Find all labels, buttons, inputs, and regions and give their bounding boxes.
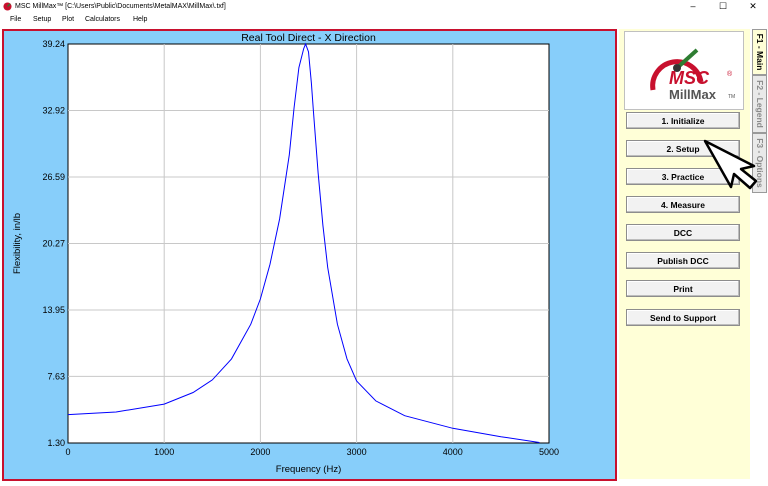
menu-calculators[interactable]: Calculators: [85, 13, 120, 27]
logo-registered: ®: [727, 70, 733, 78]
window-titlebar: MSC MillMax™ [C:\Users\Public\Documents\…: [0, 0, 768, 13]
close-button[interactable]: ✕: [740, 0, 766, 13]
y-tick-label: 20.27: [42, 239, 65, 249]
msc-millmax-logo: MSC MillMax ® TM: [650, 48, 735, 102]
flexibility-chart: 0 1000 2000 3000 4000 5000 1.30 7.63 13.95 20.27 2…: [12, 32, 559, 475]
menu-help[interactable]: Help: [133, 13, 147, 27]
x-tick-label: 1000: [154, 447, 174, 457]
maximize-button[interactable]: ☐: [710, 0, 736, 13]
publish-dcc-button[interactable]: Publish DCC: [626, 252, 740, 269]
initialize-button[interactable]: 1. Initialize: [626, 112, 740, 129]
y-tick-label: 26.59: [42, 172, 65, 182]
menu-plot[interactable]: Plot: [62, 13, 74, 27]
y-tick-label: 32.92: [42, 105, 65, 115]
tab-legend[interactable]: F2 - Legend: [752, 75, 767, 133]
x-tick-label: 0: [65, 447, 70, 457]
y-tick-label: 39.24: [42, 39, 65, 49]
x-tick-label: 2000: [250, 447, 270, 457]
menu-file[interactable]: File: [10, 13, 21, 27]
x-tick-label: 4000: [443, 447, 463, 457]
measure-button[interactable]: 4. Measure: [626, 196, 740, 213]
print-button[interactable]: Print: [626, 280, 740, 297]
mouse-pointer-icon: [703, 139, 758, 190]
send-to-support-button[interactable]: Send to Support: [626, 309, 740, 326]
y-axis-label: Flexibility, in/lb: [12, 213, 23, 274]
x-tick-label: 3000: [347, 447, 367, 457]
dcc-button[interactable]: DCC: [626, 224, 740, 241]
window-title: MSC MillMax™ [C:\Users\Public\Documents\…: [15, 3, 226, 10]
logo-tm: TM: [728, 94, 735, 100]
side-tabs: F1 - Main F2 - Legend F3 - Options: [751, 29, 768, 479]
tab-main[interactable]: F1 - Main: [752, 29, 767, 75]
logo-brand: MSC: [669, 68, 710, 88]
chart-title: Real Tool Direct - X Direction: [241, 32, 376, 44]
y-tick-label: 1.30: [47, 438, 65, 448]
menu-bar: File Setup Plot Calculators Help: [0, 13, 768, 27]
tab-legend-label: F2 - Legend: [754, 80, 765, 128]
minimize-button[interactable]: –: [680, 0, 706, 13]
logo-box: MSC MillMax ® TM: [624, 31, 744, 110]
logo-product: MillMax: [669, 87, 717, 102]
menu-setup[interactable]: Setup: [33, 13, 51, 27]
control-panel: MSC MillMax ® TM 1. Initialize 2. Setup …: [619, 29, 750, 479]
y-tick-label: 7.63: [47, 371, 65, 381]
x-axis-label: Frequency (Hz): [276, 464, 341, 475]
y-tick-label: 13.95: [42, 305, 65, 315]
app-icon: [3, 2, 12, 11]
x-tick-label: 5000: [539, 447, 559, 457]
plot-frame: 0 1000 2000 3000 4000 5000 1.30 7.63 13.95 20.27 2…: [2, 29, 617, 481]
tab-main-label: F1 - Main: [754, 33, 765, 71]
